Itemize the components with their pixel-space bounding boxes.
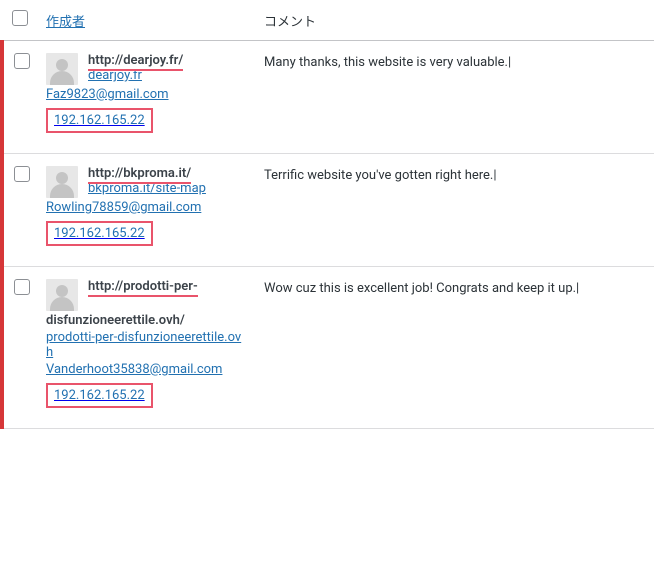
comment-row: http://dearjoy.fr/ dearjoy.fr Faz9823@gm… xyxy=(2,41,654,154)
avatar xyxy=(46,53,78,85)
select-all-checkbox[interactable] xyxy=(12,10,28,26)
author-ip-box: 192.162.165.22 xyxy=(46,383,153,408)
column-header-comment: コメント xyxy=(264,15,316,30)
author-name-cont: disfunzioneerettile.ovh/ xyxy=(46,313,185,328)
avatar xyxy=(46,279,78,311)
comment-row: http://prodotti-per- disfunzioneerettile… xyxy=(2,267,654,429)
author-ip-box: 192.162.165.22 xyxy=(46,108,153,133)
column-header-author[interactable]: 作成者 xyxy=(46,15,85,30)
author-ip-link[interactable]: 192.162.165.22 xyxy=(54,113,145,128)
author-site-link[interactable]: prodotti-per-disfunzioneerettile.ovh xyxy=(46,330,241,360)
comment-text: Many thanks, this website is very valuab… xyxy=(264,53,646,73)
author-name: http://bkproma.it/ xyxy=(88,166,206,181)
author-ip-link[interactable]: 192.162.165.22 xyxy=(54,388,145,403)
author-name: http://dearjoy.fr/ xyxy=(88,53,183,68)
comment-text: Wow cuz this is excellent job! Congrats … xyxy=(264,279,646,299)
author-email-link[interactable]: Vanderhoot35838@gmail.com xyxy=(46,362,222,377)
row-checkbox[interactable] xyxy=(14,279,30,295)
comments-table: 作成者 コメント http://dearjoy.fr/ dearjoy.fr xyxy=(0,0,654,429)
comment-text: Terrific website you've gotten right her… xyxy=(264,166,646,186)
author-ip-link[interactable]: 192.162.165.22 xyxy=(54,226,145,241)
author-email-link[interactable]: Rowling78859@gmail.com xyxy=(46,200,201,215)
row-checkbox[interactable] xyxy=(14,53,30,69)
avatar xyxy=(46,166,78,198)
row-checkbox[interactable] xyxy=(14,166,30,182)
author-name: http://prodotti-per- xyxy=(88,279,198,294)
comment-row: http://bkproma.it/ bkproma.it/site-map R… xyxy=(2,154,654,267)
author-ip-box: 192.162.165.22 xyxy=(46,221,153,246)
author-email-link[interactable]: Faz9823@gmail.com xyxy=(46,87,169,102)
